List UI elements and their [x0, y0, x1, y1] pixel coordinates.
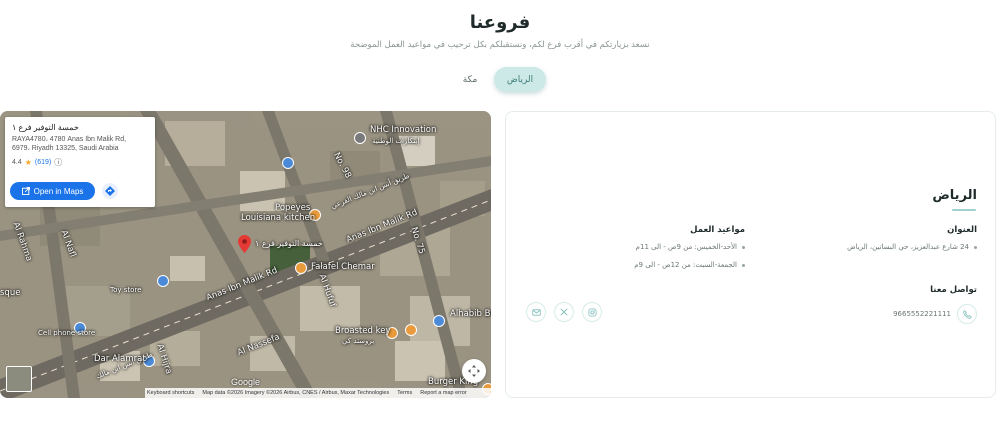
hours-text-1: الأحد-الخميس: من 9ص - الى 11م [635, 243, 737, 251]
address-item: 24 شارع عبدالعزيز، حي البساتين، الرياض [847, 243, 977, 251]
info-icon[interactable]: ⓘ [54, 157, 62, 168]
map-data-attribution: Map data ©2026 Imagery ©2026 Airbus, CNE… [202, 390, 390, 396]
shopping-icon-alhabib[interactable] [433, 315, 445, 327]
instagram-icon [587, 307, 597, 317]
phone-button[interactable] [957, 304, 977, 324]
keyboard-shortcuts-link[interactable]: Keyboard shortcuts [147, 390, 194, 396]
map-label-nhc-ar: إبتكارات الوطنية [372, 137, 420, 145]
map-label-broasted-ar: بروستد كي [342, 337, 375, 345]
branch-details-card: الرياض العنوان 24 شارع عبدالعزيز، حي الب… [505, 111, 996, 398]
address-text: 24 شارع عبدالعزيز، حي البساتين، الرياض [847, 243, 969, 251]
place-name: خمسة التوفير فرع ١ [12, 123, 79, 132]
bullet [742, 263, 745, 267]
restaurant-icon-falafel[interactable] [295, 262, 307, 274]
map-label-popeyes: Popeyes [275, 203, 311, 213]
instagram-button[interactable] [582, 302, 602, 322]
x-icon [560, 308, 568, 316]
map-label-broasted: Broasted key [335, 326, 391, 336]
place-address-line2: 6979، Riyadh 13325, Saudi Arabia [12, 145, 119, 152]
star-icon: ★ [24, 158, 32, 167]
map-label-nhc: NHC Innovation [370, 125, 437, 135]
city-tabs: مكة الرياض [450, 67, 550, 92]
location-pin-icon[interactable] [238, 235, 251, 253]
hours-text-2: الجمعة-السبت: من 12ص - الى 9م [634, 261, 737, 269]
fullscreen-icon [468, 365, 480, 377]
bullet [974, 245, 977, 249]
map-label-cell-store: Cell phone store [38, 329, 96, 337]
report-error-link[interactable]: Report a map error [420, 390, 466, 396]
map-label-falafel: Falafel Chemar [311, 262, 375, 272]
shopping-icon-1[interactable] [282, 157, 294, 169]
map-label-store: خمسة التوفير فرع ١ [255, 239, 323, 248]
phone-icon [962, 309, 972, 319]
tab-makkah[interactable]: مكة [450, 67, 490, 92]
map-footer: Keyboard shortcuts Map data ©2026 Imager… [145, 388, 491, 398]
address-heading: العنوان [947, 225, 977, 235]
hours-item-1: الأحد-الخميس: من 9ص - الى 11م [636, 243, 745, 251]
branch-city-title: الرياض [932, 188, 977, 203]
branches-page: فروعنا نسعد بزيارتكم في أقرب فرع لكم، ون… [0, 0, 1000, 434]
restaurant-icon-2[interactable] [405, 324, 417, 336]
review-count[interactable]: (619) [35, 159, 51, 166]
rating-value: 4.4 [12, 159, 22, 166]
map-label-louisiana: Louisiana kitchen [241, 213, 316, 223]
terms-link[interactable]: Terms [397, 390, 412, 396]
page-subtitle: نسعد بزيارتكم في أقرب فرع لكم، ونستقبلكم… [350, 40, 650, 50]
external-link-icon [21, 187, 30, 195]
phone-number[interactable]: 9665552221111 [893, 310, 951, 318]
branch-map[interactable]: NHC Innovation إبتكارات الوطنية No. 98 A… [0, 111, 491, 398]
place-icon-nhc[interactable] [354, 132, 366, 144]
hours-heading: مواعيد العمل [690, 225, 745, 235]
contact-heading: تواصل معنا [930, 285, 977, 295]
email-button[interactable] [526, 302, 546, 322]
map-layer-thumbnail[interactable] [6, 366, 32, 392]
email-icon [531, 308, 541, 316]
x-button[interactable] [554, 302, 574, 322]
place-rating: 4.4 ★ (619) ⓘ [12, 157, 148, 168]
map-label-sque: sque [0, 288, 21, 298]
hours-item-2: الجمعة-السبت: من 12ص - الى 9م [634, 261, 745, 269]
fullscreen-button[interactable] [462, 359, 486, 383]
phone-row: 9665552221111 [893, 304, 977, 324]
place-address: RAYA4780، 4780 Anas Ibn Malik Rd, 6979، … [12, 135, 148, 153]
page-title: فروعنا [469, 12, 531, 33]
map-label-alhabib: Alhabib Be [450, 309, 491, 319]
open-in-maps-button[interactable]: Open in Maps [10, 182, 95, 200]
title-underline [952, 209, 976, 211]
shopping-icon-toy-store[interactable] [157, 275, 169, 287]
google-logo: Google [231, 377, 261, 387]
bullet [742, 245, 745, 249]
open-in-maps-label: Open in Maps [33, 186, 84, 196]
directions-icon[interactable] [102, 183, 118, 199]
place-address-line1: RAYA4780، 4780 Anas Ibn Malik Rd, [12, 136, 127, 143]
map-label-toy-store: Toy store [110, 286, 142, 294]
map-label-dar-almarat: Dar Alamrat [94, 354, 146, 364]
social-links [526, 302, 602, 322]
place-info-card: خمسة التوفير فرع ١ RAYA4780، 4780 Anas I… [5, 117, 155, 207]
tab-riyadh[interactable]: الرياض [494, 67, 546, 92]
